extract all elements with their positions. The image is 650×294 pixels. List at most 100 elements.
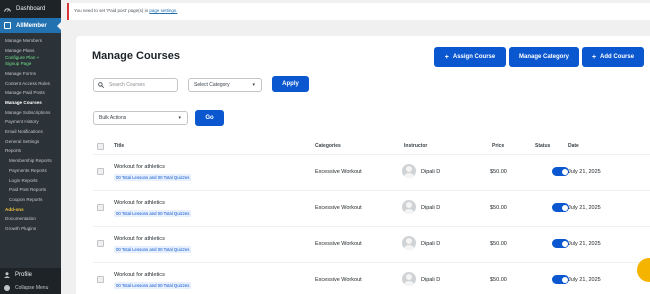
sidebar-item-membership-reports[interactable]: Membership Reports [0, 156, 61, 166]
collapse-icon [4, 285, 10, 291]
page-title: Manage Courses [92, 50, 181, 62]
avatar [402, 164, 416, 178]
sidebar-item-coupon-reports[interactable]: Coupon Reports [0, 195, 61, 205]
apply-button[interactable]: Apply [272, 76, 309, 92]
row-checkbox[interactable] [97, 168, 104, 175]
courses-panel: Manage Courses + Assign Course Manage Ca… [76, 36, 650, 294]
sidebar-item-documentation[interactable]: Documentation [0, 214, 61, 224]
bulk-actions-select[interactable]: Bulk Actions ▾ [93, 111, 188, 125]
lessons-badge: 00 Total Lessons and 00 Total Quizzes [114, 210, 192, 217]
sidebar-item-paid-post-reports[interactable]: Paid Post Reports [0, 185, 61, 195]
go-button[interactable]: Go [195, 110, 224, 126]
assign-course-label: Assign Course [452, 54, 496, 60]
sidebar-item-add-ons[interactable]: Add-ons [0, 205, 61, 215]
sidebar-item-manage-courses[interactable]: Manage Courses [0, 98, 61, 108]
sidebar-item-dashboard[interactable]: Dashboard [0, 0, 61, 18]
col-instructor: Instructor [404, 143, 428, 149]
course-date: July 21, 2025 [568, 169, 601, 175]
course-title-link[interactable]: Workout for athletics [114, 272, 165, 278]
sidebar-item-payment-history[interactable]: Payment History [0, 117, 61, 127]
sidebar-item-manage-paid-posts[interactable]: Manage Paid Posts [0, 88, 61, 98]
row-checkbox[interactable] [97, 240, 104, 247]
page-settings-link[interactable]: page settings. [149, 8, 177, 13]
col-title: Title [114, 143, 125, 149]
admin-notice: You need to set 'Paid post' page(s) in p… [67, 3, 650, 20]
avatar [402, 236, 416, 250]
chevron-down-icon: ▾ [178, 115, 181, 121]
sidebar-item-signup-page[interactable]: Signup Page [0, 61, 61, 66]
search-courses-input[interactable]: Search Courses [93, 78, 178, 92]
course-title-link[interactable]: Workout for athletics [114, 236, 165, 242]
status-toggle[interactable] [552, 167, 569, 176]
course-category: Excessive Workout [315, 241, 362, 247]
course-price: $50.00 [490, 241, 507, 247]
course-price: $50.00 [490, 169, 507, 175]
manage-category-label: Manage Category [518, 54, 569, 60]
table-row[interactable]: Workout for athletics 00 Total Lessons an… [93, 154, 650, 190]
sidebar-item-label: AllMember [16, 22, 47, 29]
search-icon [98, 82, 104, 88]
chevron-down-icon: ▾ [252, 82, 255, 88]
avatar [402, 272, 416, 286]
sidebar-item-profile[interactable]: Profile [0, 268, 61, 282]
plugin-icon [4, 22, 11, 29]
category-select[interactable]: Select Category ▾ [188, 78, 262, 92]
add-course-button[interactable]: + Add Course [582, 47, 644, 67]
sidebar-item-email-notifications[interactable]: Email Notifications [0, 127, 61, 137]
instructor-name: Dipali D [421, 277, 441, 283]
sidebar-item-growth-plugins[interactable]: Growth Plugins [0, 224, 61, 234]
status-toggle[interactable] [552, 203, 569, 212]
sidebar-item-manage-subscriptions[interactable]: Manage Subscriptions [0, 108, 61, 118]
manage-category-button[interactable]: Manage Category [509, 47, 579, 67]
sidebar-item-manage-plans[interactable]: Manage Plans [0, 46, 61, 56]
instructor-name: Dipali D [421, 241, 441, 247]
add-course-label: Add Course [600, 54, 635, 60]
sidebar-item-allmember[interactable]: AllMember [0, 18, 61, 33]
course-date: July 21, 2025 [568, 277, 601, 283]
col-date: Date [568, 143, 579, 149]
go-label: Go [205, 115, 214, 121]
notice-text: You need to set 'Paid post' page(s) in [74, 8, 149, 13]
course-date: July 21, 2025 [568, 205, 601, 211]
table-header: Title Categories Instructor Price Status… [93, 138, 650, 154]
instructor-name: Dipali D [421, 205, 441, 211]
sidebar-item-login-reports[interactable]: Login Reports [0, 176, 61, 186]
bulk-actions-value: Bulk Actions [99, 115, 127, 121]
table-row[interactable]: Workout for athletics 00 Total Lessons an… [93, 262, 650, 294]
apply-label: Apply [282, 81, 299, 87]
table-row[interactable]: Workout for athletics 00 Total Lessons an… [93, 226, 650, 262]
avatar [402, 200, 416, 214]
sidebar-item-label: Profile [15, 272, 33, 278]
lessons-badge: 00 Total Lessons and 00 Total Quizzes [114, 246, 192, 253]
sidebar-item-general-settings[interactable]: General Settings [0, 137, 61, 147]
dashboard-icon [4, 7, 11, 12]
course-category: Excessive Workout [315, 169, 362, 175]
table-row[interactable]: Workout for athletics 00 Total Lessons an… [93, 190, 650, 226]
assign-course-button[interactable]: + Assign Course [434, 47, 506, 67]
collapse-menu-button[interactable]: Collapse Menu [0, 282, 61, 294]
course-category: Excessive Workout [315, 205, 362, 211]
course-price: $50.00 [490, 205, 507, 211]
col-categories: Categories [315, 143, 341, 149]
row-checkbox[interactable] [97, 204, 104, 211]
plus-icon: + [591, 53, 597, 61]
status-toggle[interactable] [552, 275, 569, 284]
course-title-link[interactable]: Workout for athletics [114, 164, 165, 170]
course-category: Excessive Workout [315, 277, 362, 283]
sidebar-item-reports[interactable]: Reports [0, 146, 61, 156]
row-checkbox[interactable] [97, 276, 104, 283]
plus-icon: + [444, 53, 449, 61]
sidebar-item-manage-forms[interactable]: Manage Forms [0, 69, 61, 79]
sidebar-item-manage-members[interactable]: Manage Members [0, 36, 61, 46]
instructor-name: Dipali D [421, 169, 441, 175]
sidebar-item-label: Dashboard [16, 6, 46, 12]
category-select-value: Select Category [194, 82, 230, 88]
col-status: Status [535, 143, 551, 149]
course-title-link[interactable]: Workout for athletics [114, 200, 165, 206]
select-all-checkbox[interactable] [97, 143, 104, 150]
sidebar-item-content-access-rules[interactable]: Content Access Rules [0, 79, 61, 89]
course-date: July 21, 2025 [568, 241, 601, 247]
search-placeholder: Search Courses [109, 82, 145, 88]
status-toggle[interactable] [552, 239, 569, 248]
sidebar-item-payments-reports[interactable]: Payments Reports [0, 166, 61, 176]
